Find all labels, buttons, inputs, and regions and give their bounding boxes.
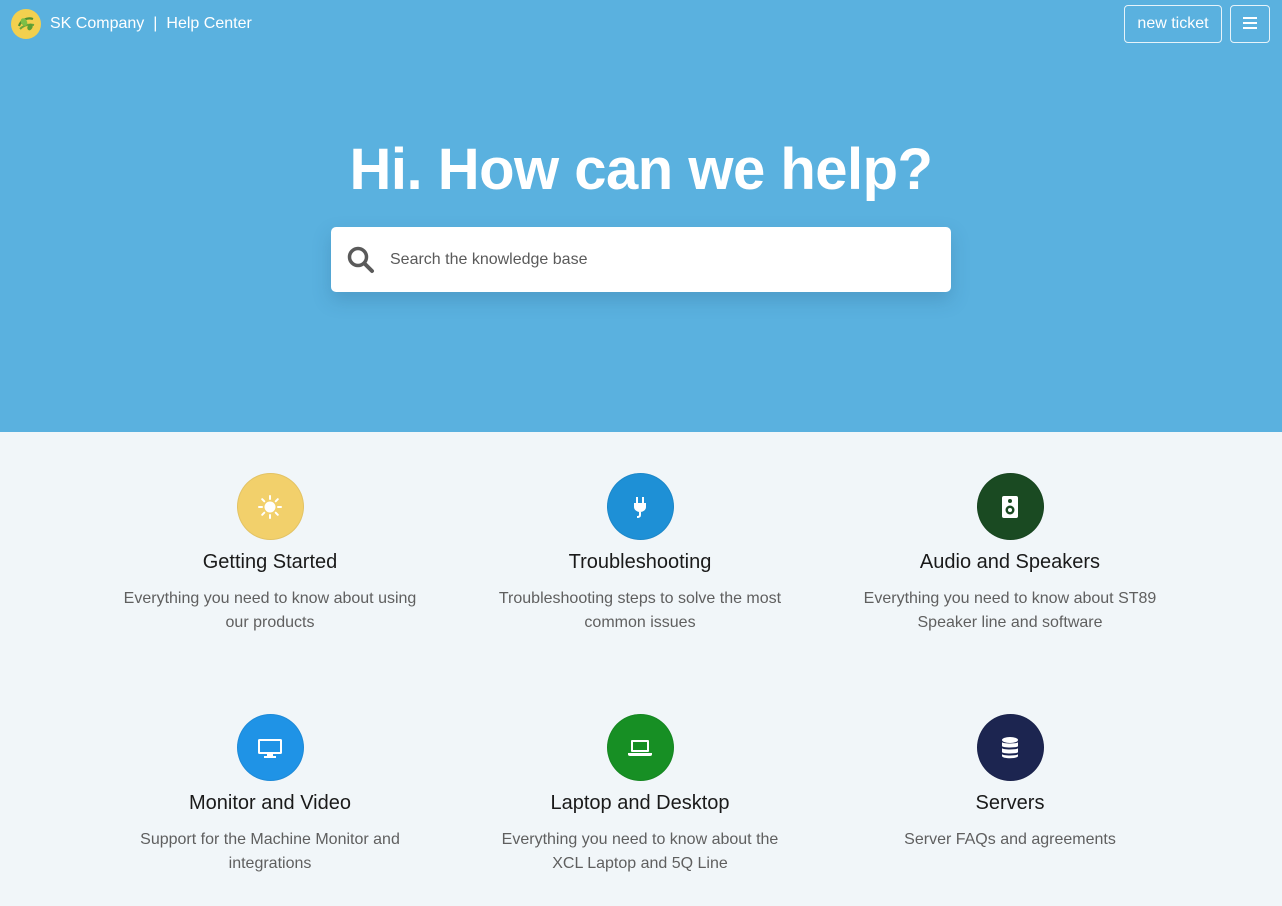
description-line: Support for the Machine Monitor and bbox=[140, 831, 400, 848]
category-getting-started[interactable]: Getting Started Everything you need to k… bbox=[100, 473, 440, 635]
section-name: Help Center bbox=[166, 15, 252, 32]
category-audio-and-speakers[interactable]: Audio and Speakers Everything you need t… bbox=[840, 473, 1180, 635]
category-description: Everything you need to know about using … bbox=[100, 587, 440, 635]
hero-title: Hi. How can we help? bbox=[349, 137, 933, 202]
category-description: Everything you need to know about the XC… bbox=[470, 828, 810, 876]
category-title: Servers bbox=[975, 792, 1045, 814]
description-line: Troubleshooting steps to solve the most bbox=[498, 590, 782, 607]
top-navbar: SK Company | Help Center new ticket bbox=[0, 0, 1282, 48]
category-title: Troubleshooting bbox=[568, 551, 712, 573]
menu-button[interactable] bbox=[1230, 5, 1270, 43]
category-description: Troubleshooting steps to solve the most … bbox=[470, 587, 810, 635]
plug-icon bbox=[606, 473, 674, 540]
category-description: Support for the Machine Monitor and inte… bbox=[100, 828, 440, 876]
description-line: Server FAQs and agreements bbox=[904, 831, 1116, 848]
monitor-icon bbox=[236, 714, 304, 781]
category-laptop-and-desktop[interactable]: Laptop and Desktop Everything you need t… bbox=[470, 714, 810, 876]
category-troubleshooting[interactable]: Troubleshooting Troubleshooting steps to… bbox=[470, 473, 810, 635]
description-line: our products bbox=[225, 614, 315, 631]
database-icon bbox=[976, 714, 1044, 781]
company-name: SK Company bbox=[50, 15, 145, 32]
description-line: Speaker line and software bbox=[917, 614, 1103, 631]
category-monitor-and-video[interactable]: Monitor and Video Support for the Machin… bbox=[100, 714, 440, 876]
hamburger-menu-icon bbox=[1243, 16, 1257, 32]
company-logo-icon bbox=[11, 9, 41, 39]
category-grid: Getting Started Everything you need to k… bbox=[0, 432, 1282, 906]
description-line: common issues bbox=[584, 614, 696, 631]
speaker-icon bbox=[976, 473, 1044, 540]
brand-home-link[interactable]: SK Company | Help Center bbox=[11, 8, 252, 40]
description-line: Everything you need to know about using bbox=[123, 590, 417, 607]
laptop-icon bbox=[606, 714, 674, 781]
new-ticket-button[interactable]: new ticket bbox=[1124, 5, 1222, 43]
description-line: Everything you need to know about the bbox=[501, 831, 779, 848]
search-icon[interactable] bbox=[346, 245, 376, 275]
category-title: Audio and Speakers bbox=[919, 551, 1101, 573]
description-line: XCL Laptop and 5Q Line bbox=[552, 855, 728, 872]
category-servers[interactable]: Servers Server FAQs and agreements bbox=[840, 714, 1180, 852]
search-input[interactable] bbox=[390, 239, 951, 280]
category-title: Laptop and Desktop bbox=[550, 792, 730, 814]
sun-icon bbox=[236, 473, 304, 540]
search-box bbox=[331, 227, 951, 292]
hero-banner: SK Company | Help Center new ticket Hi. … bbox=[0, 0, 1282, 432]
description-line: integrations bbox=[228, 855, 312, 872]
category-description: Everything you need to know about ST89 S… bbox=[840, 587, 1180, 635]
category-title: Monitor and Video bbox=[189, 792, 351, 814]
brand-separator: | bbox=[153, 15, 158, 32]
category-title: Getting Started bbox=[202, 551, 338, 573]
description-line: Everything you need to know about ST89 bbox=[863, 590, 1157, 607]
category-description: Server FAQs and agreements bbox=[840, 828, 1180, 852]
